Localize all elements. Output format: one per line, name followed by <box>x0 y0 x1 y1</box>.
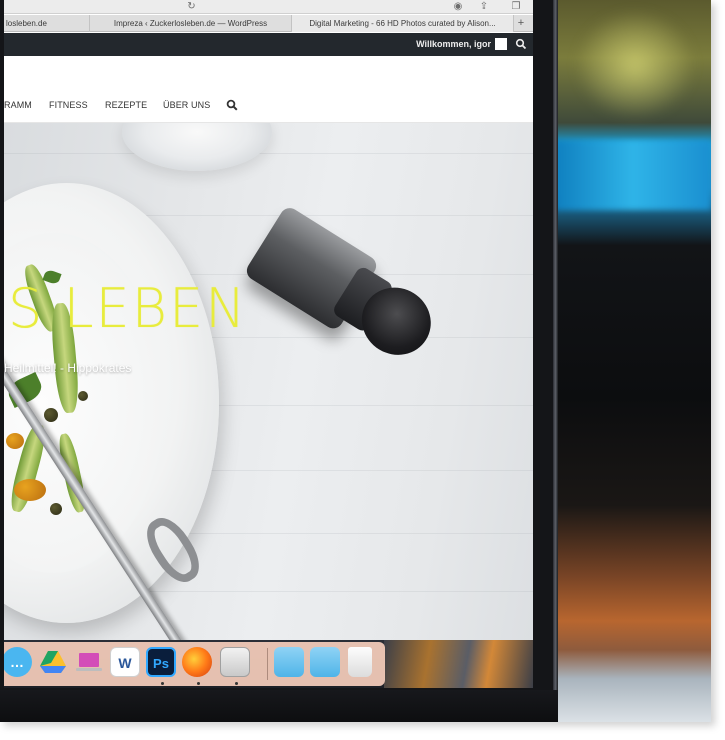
tab-wordpress-admin[interactable]: Impreza ‹ Zuckerlosleben.de — WordPress <box>90 15 292 32</box>
search-icon[interactable] <box>515 38 527 50</box>
reload-icon[interactable]: ↻ <box>186 1 197 12</box>
background-bokeh <box>555 0 711 722</box>
new-tab-button[interactable]: + <box>515 15 527 32</box>
tab-digital-marketing[interactable]: Digital Marketing - 66 HD Photos curated… <box>292 15 514 32</box>
desktop-wallpaper <box>384 640 533 688</box>
trash-icon[interactable] <box>348 647 372 677</box>
cup <box>122 123 272 171</box>
macos-dock: … W Ps <box>4 642 385 686</box>
nav-item-fitness[interactable]: FITNESS <box>49 98 88 112</box>
running-indicator <box>197 682 200 685</box>
wordpress-admin-bar: Willkommen, igor <box>4 33 533 56</box>
downloads-folder-icon[interactable] <box>310 647 340 677</box>
nav-item-ueber-uns[interactable]: ÜBER UNS <box>163 98 210 112</box>
admin-avatar[interactable] <box>495 38 507 50</box>
hero-tagline: Heilmittel! - Hippokrates <box>4 361 132 375</box>
tomato <box>14 479 46 501</box>
preview-icon[interactable] <box>220 647 250 677</box>
word-icon[interactable]: W <box>110 647 140 677</box>
firefox-icon[interactable] <box>182 647 212 677</box>
privacy-icon[interactable]: ◉ <box>452 1 464 13</box>
share-icon[interactable]: ⇪ <box>478 1 490 13</box>
running-indicator <box>161 682 164 685</box>
nav-item-rezepte[interactable]: REZEPTE <box>105 98 147 112</box>
tab-bar: losleben.de Impreza ‹ Zuckerlosleben.de … <box>4 15 533 32</box>
google-drive-icon[interactable] <box>38 647 68 677</box>
hero-image: S LEBEN Heilmittel! - Hippokrates <box>4 123 533 640</box>
tab-zuckerlosleben[interactable]: losleben.de <box>4 15 90 32</box>
search-icon[interactable] <box>226 99 238 111</box>
laptop-bezel-edge <box>553 0 558 722</box>
laptop-screen: ↻ ◉ ⇪ ❐ losleben.de Impreza ‹ Zuckerlosl… <box>4 0 533 688</box>
admin-welcome-text[interactable]: Willkommen, igor <box>416 33 491 56</box>
macbook-icon[interactable] <box>74 647 104 677</box>
nav-item-programm[interactable]: RAMM <box>4 98 32 112</box>
tomato <box>6 433 24 449</box>
tabs-overview-icon[interactable]: ❐ <box>510 1 522 13</box>
messages-icon[interactable]: … <box>4 647 32 677</box>
browser-toolbar: ↻ ◉ ⇪ ❐ <box>4 0 533 14</box>
bottle <box>239 196 444 368</box>
folder-icon[interactable] <box>274 647 304 677</box>
olive <box>78 391 88 401</box>
desktop-area: … W Ps <box>4 640 533 688</box>
running-indicator <box>235 682 238 685</box>
hero-title: S LEBEN <box>8 277 248 340</box>
olive <box>44 408 58 422</box>
site-header: RAMM FITNESS REZEPTE ÜBER UNS <box>4 56 533 123</box>
photo: ↻ ◉ ⇪ ❐ losleben.de Impreza ‹ Zuckerlosl… <box>0 0 711 722</box>
laptop-bezel-bottom <box>0 690 558 722</box>
olive <box>50 503 62 515</box>
photoshop-icon[interactable]: Ps <box>146 647 176 677</box>
dock-separator <box>267 648 268 680</box>
